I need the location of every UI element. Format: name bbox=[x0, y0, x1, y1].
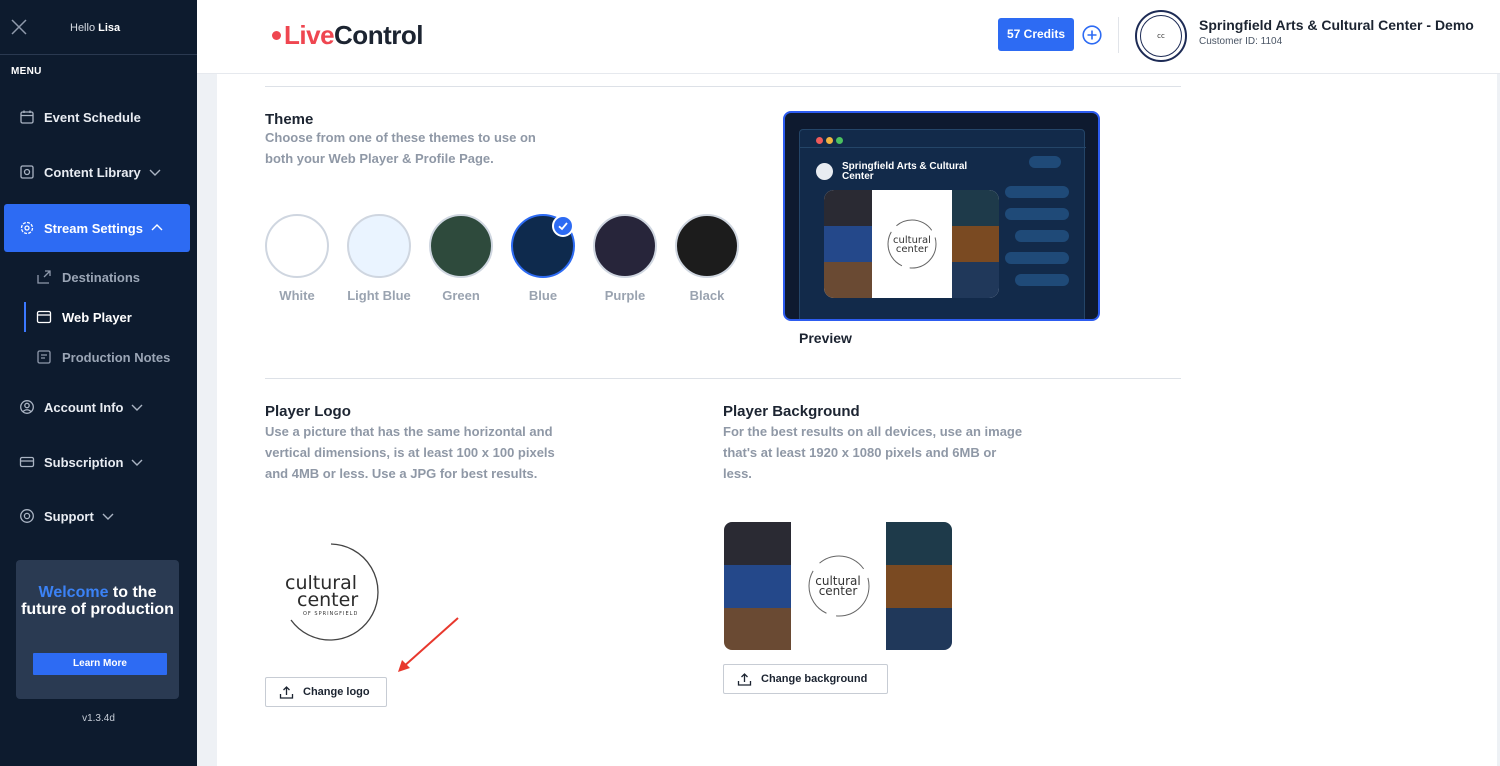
sidebar: Hello Lisa MENU Event Schedule Content L… bbox=[0, 0, 197, 766]
chevron-down-icon bbox=[130, 455, 144, 469]
sidebar-item-account-info[interactable]: Account Info bbox=[0, 387, 197, 427]
sidebar-item-label: Stream Settings bbox=[44, 220, 143, 236]
preview-label: Preview bbox=[799, 330, 852, 346]
chevron-up-icon bbox=[150, 221, 164, 235]
change-logo-button[interactable]: Change logo bbox=[265, 677, 387, 707]
logo-text-line3: OF SPRINGFIELD bbox=[303, 611, 358, 617]
theme-swatch-black[interactable] bbox=[675, 214, 739, 278]
player-background-title: Player Background bbox=[723, 403, 860, 420]
version-label: v1.3.4d bbox=[82, 713, 115, 724]
card-icon bbox=[19, 454, 35, 470]
theme-title: Theme bbox=[265, 111, 314, 128]
preview-avatar bbox=[816, 163, 833, 180]
brand-logo[interactable]: LiveControl bbox=[272, 20, 423, 51]
upload-icon bbox=[737, 672, 752, 687]
sidebar-header: Hello Lisa bbox=[0, 0, 197, 55]
content-gutter bbox=[197, 74, 217, 766]
user-icon bbox=[19, 399, 35, 415]
calendar-icon bbox=[19, 109, 35, 125]
logo-text-line2: center bbox=[297, 589, 358, 611]
sidebar-item-stream-settings[interactable]: Stream Settings bbox=[4, 204, 190, 252]
sidebar-subitem-production-notes[interactable]: Production Notes bbox=[24, 342, 194, 372]
user-name: Lisa bbox=[98, 22, 121, 34]
sidebar-item-event-schedule[interactable]: Event Schedule bbox=[0, 97, 197, 137]
checkmark-icon bbox=[552, 215, 574, 237]
theme-label-purple: Purple bbox=[604, 288, 646, 303]
sidebar-subitem-destinations[interactable]: Destinations bbox=[24, 262, 194, 292]
sidebar-item-subscription[interactable]: Subscription bbox=[0, 442, 197, 482]
header-divider bbox=[1118, 17, 1119, 53]
theme-swatch-light-blue[interactable] bbox=[347, 214, 411, 278]
notes-icon bbox=[36, 349, 52, 365]
org-name: Springfield Arts & Cultural Center - Dem… bbox=[1199, 17, 1474, 33]
section-divider bbox=[265, 86, 1181, 87]
support-icon bbox=[19, 508, 35, 524]
library-icon bbox=[19, 164, 35, 180]
credits-button[interactable]: 57 Credits bbox=[998, 18, 1074, 51]
sidebar-item-label: Event Schedule bbox=[44, 109, 141, 125]
theme-description: Choose from one of these themes to use o… bbox=[265, 130, 536, 166]
welcome-text: Welcome to the future of production bbox=[21, 584, 174, 618]
theme-label-blue: Blue bbox=[528, 288, 558, 303]
preview-collage-image: cultural center bbox=[824, 190, 999, 298]
change-background-label: Change background bbox=[761, 673, 868, 685]
annotation-arrow-icon bbox=[398, 617, 459, 672]
sidebar-item-content-library[interactable]: Content Library bbox=[0, 152, 197, 192]
theme-swatch-white[interactable] bbox=[265, 214, 329, 278]
theme-label-white: White bbox=[279, 288, 315, 303]
menu-label: MENU bbox=[11, 66, 42, 77]
theme-label-green: Green bbox=[442, 288, 480, 303]
sidebar-subitem-label: Destinations bbox=[62, 269, 141, 285]
theme-swatch-purple[interactable] bbox=[593, 214, 657, 278]
sidebar-subitem-label: Web Player bbox=[62, 309, 132, 325]
sidebar-item-support[interactable]: Support bbox=[0, 496, 197, 536]
theme-label-black: Black bbox=[689, 288, 725, 303]
welcome-card: Welcome to the future of production Lear… bbox=[16, 560, 179, 699]
change-logo-label: Change logo bbox=[303, 686, 370, 698]
chevron-down-icon bbox=[101, 509, 115, 523]
sidebar-subitem-web-player[interactable]: Web Player bbox=[24, 302, 194, 332]
preview-window: Springfield Arts & Cultural Center cultu… bbox=[799, 129, 1086, 319]
player-logo-description: Use a picture that has the same horizont… bbox=[265, 424, 555, 481]
section-divider bbox=[265, 378, 1181, 379]
player-logo-title: Player Logo bbox=[265, 403, 351, 420]
player-background-description: For the best results on all devices, use… bbox=[723, 424, 1023, 481]
sidebar-item-label: Subscription bbox=[44, 454, 124, 470]
theme-label-light-blue: Light Blue bbox=[347, 288, 411, 303]
player-logo-image: cultural center OF SPRINGFIELD bbox=[285, 543, 379, 641]
svg-text:center: center bbox=[819, 584, 858, 598]
learn-more-button[interactable]: Learn More bbox=[33, 653, 167, 675]
upload-icon bbox=[279, 685, 294, 700]
theme-swatch-green[interactable] bbox=[429, 214, 493, 278]
org-logo-icon: cc bbox=[1140, 15, 1182, 57]
sidebar-item-label: Content Library bbox=[44, 164, 141, 180]
theme-preview: Springfield Arts & Cultural Center cultu… bbox=[783, 111, 1100, 321]
player-background-image: cultural center bbox=[724, 522, 952, 650]
customer-id: Customer ID: 1104 bbox=[1199, 36, 1283, 47]
destination-icon bbox=[36, 269, 52, 285]
avatar[interactable]: cc bbox=[1135, 10, 1187, 62]
greeting: Hello Lisa bbox=[70, 22, 121, 34]
preview-title: Springfield Arts & Cultural Center bbox=[842, 161, 968, 182]
chevron-down-icon bbox=[130, 400, 144, 414]
change-background-button[interactable]: Change background bbox=[723, 664, 888, 694]
sidebar-item-label: Account Info bbox=[44, 399, 124, 415]
close-icon[interactable] bbox=[10, 18, 28, 36]
player-icon bbox=[36, 309, 52, 325]
chevron-down-icon bbox=[148, 165, 162, 179]
gear-icon bbox=[19, 220, 35, 236]
svg-text:center: center bbox=[896, 244, 929, 255]
sidebar-subitem-label: Production Notes bbox=[62, 349, 171, 365]
sidebar-item-label: Support bbox=[44, 508, 94, 524]
add-credits-icon[interactable] bbox=[1082, 25, 1102, 45]
